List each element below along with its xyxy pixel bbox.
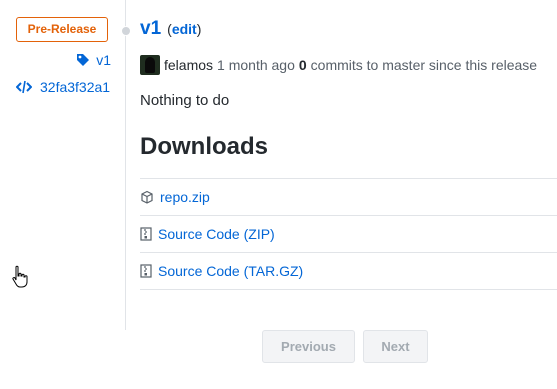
prerelease-badge: Pre-Release [16, 17, 108, 42]
code-icon [16, 80, 32, 94]
edit-close-paren: ) [196, 21, 202, 37]
release-time: 1 month ago [217, 57, 295, 73]
hand-cursor-icon [11, 265, 29, 294]
download-source-zip[interactable]: Source Code (ZIP) [158, 226, 275, 242]
package-icon [140, 190, 154, 204]
timeline-divider [125, 0, 126, 330]
release-sidebar: Pre-Release v1 32fa3f32a1 [0, 0, 125, 389]
previous-button[interactable]: Previous [262, 330, 355, 363]
release-header: v1 (edit) [140, 18, 201, 40]
downloads-list: repo.zip Source Code (ZIP) Source Code (… [140, 178, 557, 290]
author-link[interactable]: felamos [164, 57, 213, 73]
avatar[interactable] [140, 55, 160, 75]
download-item[interactable]: Source Code (ZIP) [140, 216, 557, 253]
release-meta: felamos 1 month ago 0 commits to master … [140, 55, 537, 75]
next-button[interactable]: Next [363, 330, 428, 363]
tag-link[interactable]: v1 [76, 52, 111, 68]
commit-link[interactable]: 32fa3f32a1 [16, 79, 110, 95]
download-source-targz[interactable]: Source Code (TAR.GZ) [158, 263, 303, 279]
file-zip-icon [140, 264, 152, 278]
timeline-dot [121, 26, 131, 36]
commits-count[interactable]: 0 [299, 57, 307, 73]
release-title[interactable]: v1 [140, 18, 161, 40]
pagination: Previous Next [262, 330, 428, 363]
download-repo-zip[interactable]: repo.zip [160, 189, 210, 205]
tag-icon [76, 53, 90, 67]
file-zip-icon [140, 227, 152, 241]
downloads-heading: Downloads [140, 133, 269, 160]
release-body: Nothing to do [140, 92, 230, 109]
commit-sha[interactable]: 32fa3f32a1 [40, 79, 110, 95]
download-item[interactable]: Source Code (TAR.GZ) [140, 253, 557, 290]
download-item[interactable]: repo.zip [140, 179, 557, 216]
edit-wrapper: (edit) [167, 21, 201, 37]
commits-text[interactable]: commits to master since this release [311, 57, 537, 73]
tag-label[interactable]: v1 [96, 52, 111, 68]
edit-link[interactable]: edit [172, 21, 197, 37]
